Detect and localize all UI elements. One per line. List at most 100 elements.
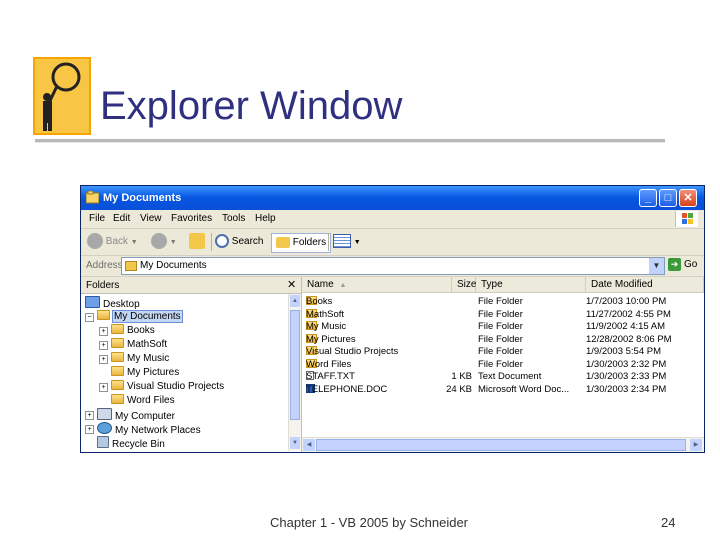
computer-icon bbox=[97, 408, 112, 420]
slide-title: Explorer Window bbox=[100, 84, 403, 128]
menu-bar: File Edit View Favorites Tools Help bbox=[81, 210, 704, 229]
music-folder-icon bbox=[111, 352, 124, 362]
toolbar: Back ▼ ▼ Search Folders ▼ bbox=[81, 229, 704, 256]
address-label: Address bbox=[86, 260, 123, 271]
address-input[interactable]: My Documents ▼ bbox=[121, 257, 665, 275]
expand-icon[interactable]: + bbox=[99, 383, 108, 392]
address-bar: Address My Documents ▼ ➜ Go bbox=[81, 256, 704, 277]
sort-ascending-icon: ▲ bbox=[339, 282, 347, 289]
go-arrow-icon: ➜ bbox=[668, 258, 681, 271]
folder-window-icon bbox=[85, 190, 100, 204]
file-list-scroll-thumb[interactable] bbox=[316, 439, 686, 451]
close-pane-icon[interactable]: ✕ bbox=[287, 278, 296, 291]
file-row[interactable]: Books File Folder 1/7/2003 10:00 PM bbox=[302, 296, 704, 309]
address-dropdown-button[interactable]: ▼ bbox=[649, 258, 664, 274]
scroll-left-icon[interactable]: ◀ bbox=[303, 439, 315, 451]
chevron-down-icon: ▼ bbox=[169, 239, 177, 246]
recycle-bin-icon bbox=[97, 436, 109, 448]
menu-tools[interactable]: Tools bbox=[222, 213, 245, 224]
explorer-logo-icon bbox=[33, 57, 91, 135]
column-header-size[interactable]: Size bbox=[452, 277, 476, 293]
expand-icon[interactable]: + bbox=[99, 341, 108, 350]
file-row[interactable]: STAFF.TXT 1 KB Text Document 1/30/2003 2… bbox=[302, 371, 704, 384]
column-header-type[interactable]: Type bbox=[476, 277, 586, 293]
toolbar-separator bbox=[328, 233, 329, 251]
column-header-name[interactable]: Name ▲ bbox=[302, 277, 452, 293]
maximize-button[interactable]: □ bbox=[659, 189, 677, 207]
folders-scroll-thumb[interactable] bbox=[290, 310, 300, 420]
folder-icon bbox=[111, 338, 124, 348]
page-number: 24 bbox=[661, 515, 676, 530]
tree-item-my-pictures[interactable]: My Pictures bbox=[111, 366, 179, 380]
file-list-scrollbar[interactable]: ◀ ▶ bbox=[302, 437, 704, 452]
scroll-up-icon[interactable]: ▲ bbox=[290, 295, 300, 307]
folders-button[interactable]: Folders bbox=[271, 233, 332, 253]
menu-view[interactable]: View bbox=[140, 213, 162, 224]
chevron-down-icon: ▼ bbox=[130, 239, 138, 246]
expand-icon[interactable]: + bbox=[99, 355, 108, 364]
views-icon bbox=[333, 234, 351, 249]
expand-icon[interactable]: + bbox=[99, 327, 108, 336]
folders-pane-title: Folders bbox=[86, 280, 120, 291]
folder-icon bbox=[111, 380, 124, 390]
title-divider-shadow bbox=[35, 142, 665, 143]
menu-favorites[interactable]: Favorites bbox=[171, 213, 212, 224]
collapse-icon[interactable]: − bbox=[85, 313, 94, 322]
tree-item-my-documents[interactable]: − My Documents bbox=[85, 310, 183, 324]
slide-footer: Chapter 1 - VB 2005 by Schneider bbox=[270, 515, 469, 530]
tree-item-word-files[interactable]: Word Files bbox=[111, 394, 175, 408]
folders-pane-header: Folders ✕ bbox=[81, 277, 301, 294]
forward-button[interactable]: ▼ bbox=[151, 233, 177, 251]
file-row[interactable]: TELEPHONE.DOC 24 KB Microsoft Word Doc..… bbox=[302, 383, 704, 397]
tree-item-my-music[interactable]: + My Music bbox=[99, 352, 169, 366]
views-button[interactable]: ▼ bbox=[333, 233, 361, 251]
scroll-down-icon[interactable]: ▼ bbox=[290, 437, 300, 449]
tree-item-mathsoft[interactable]: + MathSoft bbox=[99, 338, 167, 352]
up-folder-button[interactable] bbox=[189, 233, 205, 251]
go-button[interactable]: ➜ Go bbox=[668, 257, 702, 273]
folder-icon bbox=[111, 324, 124, 334]
expand-icon[interactable]: + bbox=[85, 411, 94, 420]
menu-edit[interactable]: Edit bbox=[113, 213, 130, 224]
folder-icon bbox=[276, 236, 290, 248]
file-row[interactable]: Visual Studio Projects File Folder 1/9/2… bbox=[302, 346, 704, 359]
folder-icon bbox=[111, 394, 124, 404]
search-button[interactable]: Search bbox=[215, 233, 263, 251]
tree-item-desktop[interactable]: Desktop bbox=[85, 296, 140, 310]
file-row[interactable]: Word Files File Folder 1/30/2003 2:32 PM bbox=[302, 358, 704, 372]
minimize-button[interactable]: _ bbox=[639, 189, 657, 207]
search-icon bbox=[215, 234, 229, 249]
tree-item-books[interactable]: + Books bbox=[99, 324, 155, 338]
menu-file[interactable]: File bbox=[89, 213, 105, 224]
tree-item-my-computer[interactable]: + My Computer bbox=[85, 408, 175, 422]
file-row[interactable]: MathSoft File Folder 11/27/2002 4:55 PM bbox=[302, 308, 704, 322]
my-documents-icon bbox=[97, 310, 110, 320]
expand-icon[interactable]: + bbox=[85, 425, 94, 434]
desktop-icon bbox=[85, 296, 100, 308]
my-documents-icon bbox=[125, 261, 137, 271]
chevron-down-icon: ▼ bbox=[353, 239, 361, 246]
window-titlebar[interactable]: My Documents _ □ ✕ bbox=[81, 186, 704, 210]
tree-item-my-network-places[interactable]: + My Network Places bbox=[85, 422, 201, 436]
menu-help[interactable]: Help bbox=[255, 213, 276, 224]
address-value: My Documents bbox=[140, 260, 207, 271]
file-row[interactable]: My Pictures File Folder 12/28/2002 8:06 … bbox=[302, 333, 704, 347]
file-list-pane: Name ▲ Size Type Date Modified Books Fil… bbox=[302, 277, 704, 452]
toolbar-separator bbox=[211, 233, 212, 251]
folders-scrollbar[interactable]: ▲ ▼ bbox=[288, 294, 301, 451]
up-folder-icon bbox=[189, 233, 205, 250]
file-row[interactable]: My Music File Folder 11/9/2002 4:15 AM bbox=[302, 321, 704, 334]
folders-pane: Folders ✕ Desktop − My Documents + Books… bbox=[81, 277, 302, 452]
back-arrow-icon bbox=[87, 233, 103, 250]
tree-item-visual-studio-projects[interactable]: + Visual Studio Projects bbox=[99, 380, 224, 394]
pictures-folder-icon bbox=[111, 366, 124, 376]
back-button[interactable]: Back ▼ bbox=[87, 233, 138, 251]
column-header-date-modified[interactable]: Date Modified bbox=[586, 277, 704, 293]
window-title: My Documents bbox=[103, 192, 182, 204]
tree-item-recycle-bin[interactable]: Recycle Bin bbox=[97, 436, 165, 450]
explorer-window: My Documents _ □ ✕ File Edit View Favori… bbox=[80, 185, 705, 453]
windows-flag-icon bbox=[675, 211, 698, 227]
scroll-right-icon[interactable]: ▶ bbox=[690, 439, 702, 451]
network-icon bbox=[97, 422, 112, 434]
close-button[interactable]: ✕ bbox=[679, 189, 697, 207]
